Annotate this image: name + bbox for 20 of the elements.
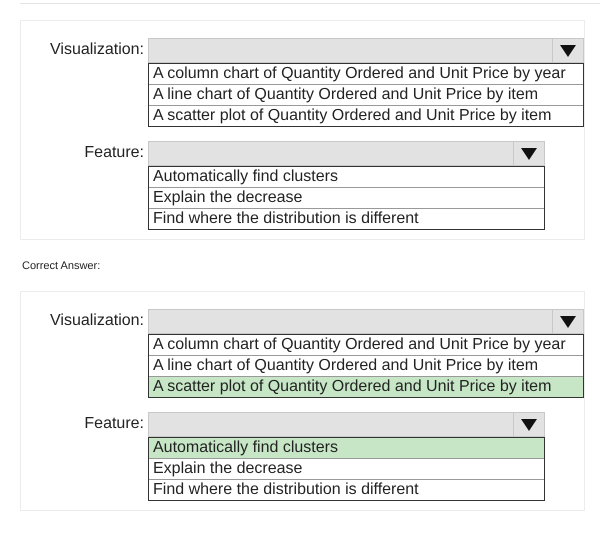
- dropdown[interactable]: [148, 38, 584, 63]
- option-item[interactable]: Explain the decrease: [149, 187, 544, 208]
- field-label: Feature:: [83, 414, 144, 434]
- dropdown[interactable]: [148, 141, 545, 166]
- dropdown-arrow-icon: [560, 44, 576, 56]
- dropdown[interactable]: [148, 309, 584, 334]
- option-item[interactable]: A line chart of Quantity Ordered and Unit Price by item: [149, 84, 583, 105]
- option-item[interactable]: A line chart of Quantity Ordered and Unit Price by item: [149, 355, 583, 376]
- answer-heading: Correct Answer:: [22, 260, 102, 274]
- option-item[interactable]: Explain the decrease: [149, 458, 544, 479]
- option-item[interactable]: Automatically find clusters: [149, 438, 544, 458]
- option-item[interactable]: A scatter plot of Quantity Ordered and Unit Price by item: [149, 376, 583, 397]
- dropdown[interactable]: [148, 412, 545, 437]
- dropdown-arrow-icon: [521, 418, 537, 430]
- option-item[interactable]: A scatter plot of Quantity Ordered and Unit Price by item: [149, 105, 583, 126]
- field-label: Visualization:: [49, 311, 144, 331]
- dropdown-arrow-icon: [521, 148, 537, 160]
- field-label: Feature:: [83, 143, 144, 163]
- field-label: Visualization:: [49, 40, 144, 60]
- dropdown-arrow-icon: [560, 316, 576, 328]
